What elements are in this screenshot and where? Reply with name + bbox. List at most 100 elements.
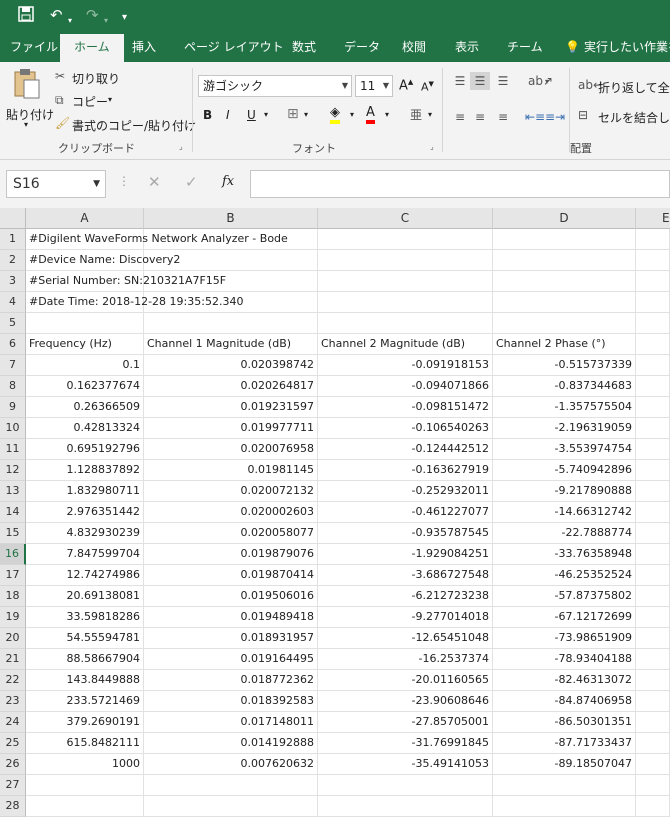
table-cell[interactable]: 0.019506016 bbox=[144, 586, 318, 607]
table-cell[interactable]: 0.019879076 bbox=[144, 544, 318, 565]
decrease-indent-icon[interactable]: ⇤≡ bbox=[525, 110, 545, 124]
column-header-b[interactable]: B bbox=[144, 208, 318, 229]
table-cell[interactable] bbox=[636, 229, 670, 250]
table-cell[interactable]: 88.58667904 bbox=[26, 649, 144, 670]
table-cell[interactable]: #Date Time: 2018-12-28 19:35:52.340 bbox=[26, 292, 243, 313]
table-cell[interactable] bbox=[636, 607, 670, 628]
bold-icon[interactable]: B bbox=[203, 108, 212, 122]
table-cell[interactable]: -0.837344683 bbox=[493, 376, 636, 397]
table-cell[interactable]: -31.76991845 bbox=[318, 733, 493, 754]
table-cell[interactable]: 0.020002603 bbox=[144, 502, 318, 523]
table-cell[interactable]: 1.128837892 bbox=[26, 460, 144, 481]
select-all-button[interactable] bbox=[0, 208, 26, 229]
table-cell[interactable] bbox=[636, 565, 670, 586]
table-cell[interactable] bbox=[26, 313, 144, 334]
decrease-font-icon[interactable]: A▼ bbox=[421, 80, 434, 94]
table-cell[interactable] bbox=[636, 271, 670, 292]
row-header[interactable]: 11 bbox=[0, 439, 26, 460]
table-cell[interactable] bbox=[636, 712, 670, 733]
table-cell[interactable] bbox=[636, 481, 670, 502]
row-header[interactable]: 19 bbox=[0, 607, 26, 628]
table-cell[interactable] bbox=[636, 460, 670, 481]
spreadsheet-grid[interactable]: A B C D E 1 #Digilent WaveForms Network A… bbox=[0, 208, 670, 817]
table-cell[interactable] bbox=[318, 796, 493, 817]
underline-icon[interactable]: U bbox=[247, 108, 256, 122]
align-right-icon[interactable]: ≡ bbox=[495, 110, 511, 124]
table-cell[interactable] bbox=[636, 733, 670, 754]
table-cell[interactable]: 0.018772362 bbox=[144, 670, 318, 691]
table-cell[interactable]: -22.7888774 bbox=[493, 523, 636, 544]
table-cell[interactable]: -0.091918153 bbox=[318, 355, 493, 376]
row-header[interactable]: 13 bbox=[0, 481, 26, 502]
table-cell[interactable]: 379.2690191 bbox=[26, 712, 144, 733]
tab-page-layout[interactable]: ページ レイアウト bbox=[184, 32, 284, 62]
table-cell[interactable]: -57.87375802 bbox=[493, 586, 636, 607]
table-cell[interactable]: 0.01981145 bbox=[144, 460, 318, 481]
table-cell[interactable]: 0.019977711 bbox=[144, 418, 318, 439]
merge-cells-button[interactable]: セルを結合して bbox=[598, 109, 670, 126]
table-cell[interactable]: -20.01160565 bbox=[318, 670, 493, 691]
copy-button[interactable]: コピー bbox=[72, 93, 108, 110]
column-header-c[interactable]: C bbox=[318, 208, 493, 229]
table-cell[interactable]: 0.162377674 bbox=[26, 376, 144, 397]
increase-font-icon[interactable]: A▲ bbox=[399, 78, 413, 93]
fill-color-dropdown-icon[interactable]: ▾ bbox=[350, 110, 354, 119]
phonetic-dropdown-icon[interactable]: ▾ bbox=[428, 110, 432, 119]
enter-icon[interactable]: ✓ bbox=[185, 173, 198, 191]
table-cell[interactable] bbox=[636, 796, 670, 817]
table-cell[interactable]: Channel 2 Magnitude (dB) bbox=[318, 334, 493, 355]
table-cell[interactable]: 0.018392583 bbox=[144, 691, 318, 712]
tab-team[interactable]: チーム bbox=[507, 32, 543, 62]
table-cell[interactable]: 0.26366509 bbox=[26, 397, 144, 418]
row-header[interactable]: 17 bbox=[0, 565, 26, 586]
table-cell[interactable] bbox=[493, 796, 636, 817]
row-header[interactable]: 5 bbox=[0, 313, 26, 334]
table-cell[interactable] bbox=[493, 292, 636, 313]
table-cell[interactable]: 0.018931957 bbox=[144, 628, 318, 649]
table-cell[interactable] bbox=[144, 229, 318, 250]
tab-file[interactable]: ファイル bbox=[10, 32, 58, 62]
table-cell[interactable] bbox=[318, 292, 493, 313]
increase-indent-icon[interactable]: ≡⇥ bbox=[545, 110, 565, 124]
table-cell[interactable]: -46.25352524 bbox=[493, 565, 636, 586]
table-cell[interactable]: 0.019489418 bbox=[144, 607, 318, 628]
align-top-icon[interactable]: ☰ bbox=[452, 74, 468, 88]
table-cell[interactable]: 0.017148011 bbox=[144, 712, 318, 733]
cut-button[interactable]: 切り取り bbox=[72, 70, 120, 87]
table-cell[interactable]: -3.686727548 bbox=[318, 565, 493, 586]
table-cell[interactable] bbox=[636, 502, 670, 523]
table-cell[interactable] bbox=[144, 313, 318, 334]
table-cell[interactable]: 54.55594781 bbox=[26, 628, 144, 649]
table-cell[interactable]: -78.93404188 bbox=[493, 649, 636, 670]
row-header[interactable]: 15 bbox=[0, 523, 26, 544]
column-header-a[interactable]: A bbox=[26, 208, 144, 229]
table-cell[interactable] bbox=[636, 775, 670, 796]
copy-icon[interactable]: ⧉ bbox=[55, 93, 64, 107]
table-cell[interactable]: -9.217890888 bbox=[493, 481, 636, 502]
table-cell[interactable]: 0.007620632 bbox=[144, 754, 318, 775]
row-header[interactable]: 24 bbox=[0, 712, 26, 733]
table-cell[interactable]: 0.020264817 bbox=[144, 376, 318, 397]
phonetic-icon[interactable]: 亜 bbox=[410, 106, 422, 123]
table-cell[interactable]: -27.85705001 bbox=[318, 712, 493, 733]
row-header[interactable]: 2 bbox=[0, 250, 26, 271]
table-cell[interactable]: 0.020076958 bbox=[144, 439, 318, 460]
table-cell[interactable]: -89.18507047 bbox=[493, 754, 636, 775]
table-cell[interactable]: -84.87406958 bbox=[493, 691, 636, 712]
align-bottom-icon[interactable]: ☰ bbox=[495, 74, 511, 88]
row-header[interactable]: 22 bbox=[0, 670, 26, 691]
border-dropdown-icon[interactable]: ▾ bbox=[304, 110, 308, 119]
table-cell[interactable] bbox=[636, 313, 670, 334]
border-icon[interactable]: ⊞ bbox=[287, 106, 299, 122]
row-header[interactable]: 23 bbox=[0, 691, 26, 712]
table-cell[interactable] bbox=[144, 250, 318, 271]
table-cell[interactable]: -1.357575504 bbox=[493, 397, 636, 418]
cut-icon[interactable]: ✂ bbox=[55, 69, 65, 83]
row-header[interactable]: 12 bbox=[0, 460, 26, 481]
table-cell[interactable] bbox=[493, 250, 636, 271]
table-cell[interactable]: 0.42813324 bbox=[26, 418, 144, 439]
chevron-down-icon[interactable]: ▼ bbox=[93, 171, 100, 197]
redo-icon[interactable]: ↷ bbox=[86, 6, 99, 24]
row-header[interactable]: 1 bbox=[0, 229, 26, 250]
table-cell[interactable]: 0.014192888 bbox=[144, 733, 318, 754]
